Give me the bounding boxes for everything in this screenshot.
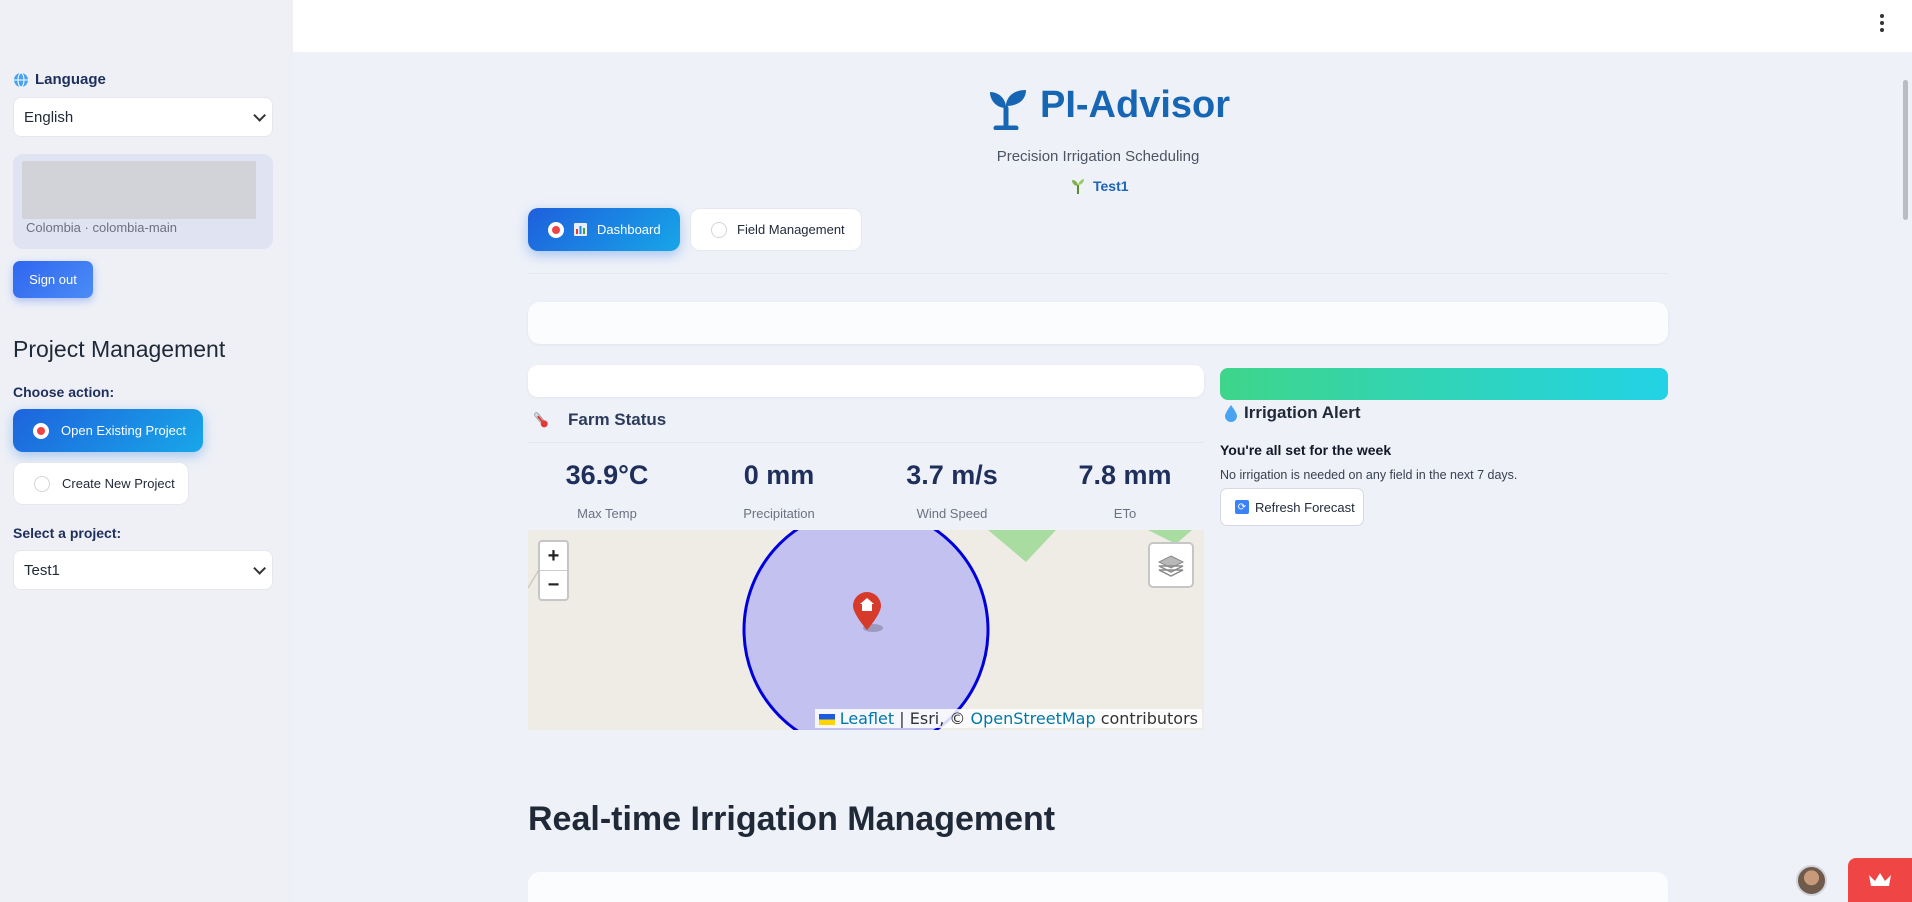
irrigation-alert-heading: You're all set for the week: [1220, 442, 1392, 458]
irrigation-management-card: [528, 872, 1668, 902]
metric-wind-speed: 3.7 m/s Wind Speed: [867, 460, 1037, 521]
water-drop-icon: [1225, 405, 1237, 422]
current-project-tag: Test1: [1071, 178, 1129, 194]
map-attribution: Leaflet | Esri, © OpenStreetMap contribu…: [814, 709, 1202, 728]
user-meta: Colombia · colombia-main: [26, 220, 177, 235]
seedling-icon: [1072, 179, 1084, 194]
farm-status-title: Farm Status: [568, 410, 667, 429]
refresh-forecast-label: Refresh Forecast: [1255, 499, 1355, 515]
thermometer-icon: [534, 412, 548, 428]
open-existing-project-label: Open Existing Project: [61, 423, 187, 438]
info-banner: [528, 302, 1668, 344]
globe-icon: [14, 72, 28, 87]
tab-field-management-label: Field Management: [737, 222, 845, 237]
language-select[interactable]: English: [13, 97, 273, 137]
metric-precipitation: 0 mm Precipitation: [694, 460, 864, 521]
user-card: Colombia · colombia-main: [13, 154, 273, 249]
app-subtitle: Precision Irrigation Scheduling: [996, 148, 1200, 165]
create-new-project-label: Create New Project: [62, 476, 175, 491]
divider: [528, 273, 1668, 274]
attribution-contributors: contributors: [1100, 709, 1198, 728]
chevron-down-icon: [253, 561, 266, 575]
app-title: PI-Advisor: [1040, 84, 1231, 126]
metric-label: Max Temp: [577, 506, 637, 521]
refresh-icon: ⟳: [1235, 500, 1249, 514]
metric-label: ETo: [1113, 506, 1137, 521]
select-project-label: Select a project:: [13, 525, 122, 541]
layers-icon: [1157, 555, 1185, 577]
farm-map[interactable]: + − Leaflet | Esri, © OpenStreetMap cont…: [528, 530, 1204, 730]
chevron-down-icon: [253, 108, 266, 122]
tab-field-management[interactable]: Field Management: [690, 208, 862, 251]
farm-location-marker-icon[interactable]: [851, 590, 887, 634]
avatar[interactable]: [1796, 865, 1827, 896]
metric-max-temp: 36.9°C Max Temp: [522, 460, 692, 521]
sidebar: Language English Colombia · colombia-mai…: [0, 0, 293, 902]
radio-unselected-icon: [34, 475, 50, 492]
openstreetmap-link[interactable]: OpenStreetMap: [970, 709, 1095, 728]
scrollbar[interactable]: [1900, 52, 1912, 902]
metric-value: 7.8 mm: [1078, 460, 1172, 490]
metric-eto: 7.8 mm ETo: [1040, 460, 1210, 521]
streamlit-badge-button[interactable]: [1848, 858, 1912, 902]
language-label-row: Language: [13, 71, 106, 88]
metric-value: 36.9°C: [565, 460, 649, 490]
ukraine-flag-icon: [818, 714, 835, 725]
metric-label: Precipitation: [743, 506, 815, 521]
tab-dashboard[interactable]: Dashboard: [528, 208, 680, 251]
create-new-project-option[interactable]: Create New Project: [13, 462, 189, 505]
divider: [528, 442, 1204, 443]
project-select[interactable]: Test1: [13, 550, 273, 590]
open-existing-project-option[interactable]: Open Existing Project: [13, 409, 203, 452]
leaflet-link[interactable]: Leaflet: [840, 709, 894, 728]
attribution-esri: | Esri, ©: [899, 709, 966, 728]
metric-label: Wind Speed: [916, 506, 988, 521]
project-select-value: Test1: [24, 561, 60, 579]
crown-icon: [1869, 873, 1891, 886]
irrigation-alert-bar: [1220, 368, 1668, 400]
refresh-forecast-button[interactable]: ⟳ Refresh Forecast: [1220, 488, 1364, 526]
irrigation-alert-title: Irrigation Alert: [1244, 403, 1361, 422]
choose-action-label: Choose action:: [13, 384, 115, 400]
language-select-value: English: [24, 108, 74, 126]
project-management-title: Project Management: [13, 336, 226, 362]
language-label: Language: [35, 71, 106, 88]
irrigation-alert-header: Irrigation Alert: [1224, 403, 1361, 423]
metric-value: 3.7 m/s: [906, 460, 998, 490]
radio-selected-icon: [33, 422, 49, 439]
bar-chart-icon: [574, 223, 587, 236]
more-menu-icon[interactable]: [1880, 14, 1884, 35]
zoom-out-button[interactable]: −: [540, 571, 567, 600]
current-project-name: Test1: [1093, 178, 1129, 194]
irrigation-alert-text: No irrigation is needed on any field in …: [1220, 468, 1518, 482]
user-placeholder: [22, 161, 256, 219]
zoom-in-button[interactable]: +: [540, 542, 567, 571]
radio-selected-icon: [548, 221, 564, 238]
layers-control[interactable]: [1148, 542, 1194, 588]
section-title: Real-time Irrigation Management: [528, 800, 1056, 838]
farm-status-banner: [528, 365, 1204, 397]
farm-status-header: Farm Status: [532, 410, 666, 430]
radio-unselected-icon: [711, 221, 727, 238]
tab-dashboard-label: Dashboard: [597, 222, 661, 237]
zoom-control: + −: [538, 540, 569, 601]
sign-out-button[interactable]: Sign out: [13, 261, 93, 298]
sprout-logo-icon: [990, 90, 1026, 130]
top-bar: [293, 0, 1912, 52]
metric-value: 0 mm: [743, 460, 815, 490]
